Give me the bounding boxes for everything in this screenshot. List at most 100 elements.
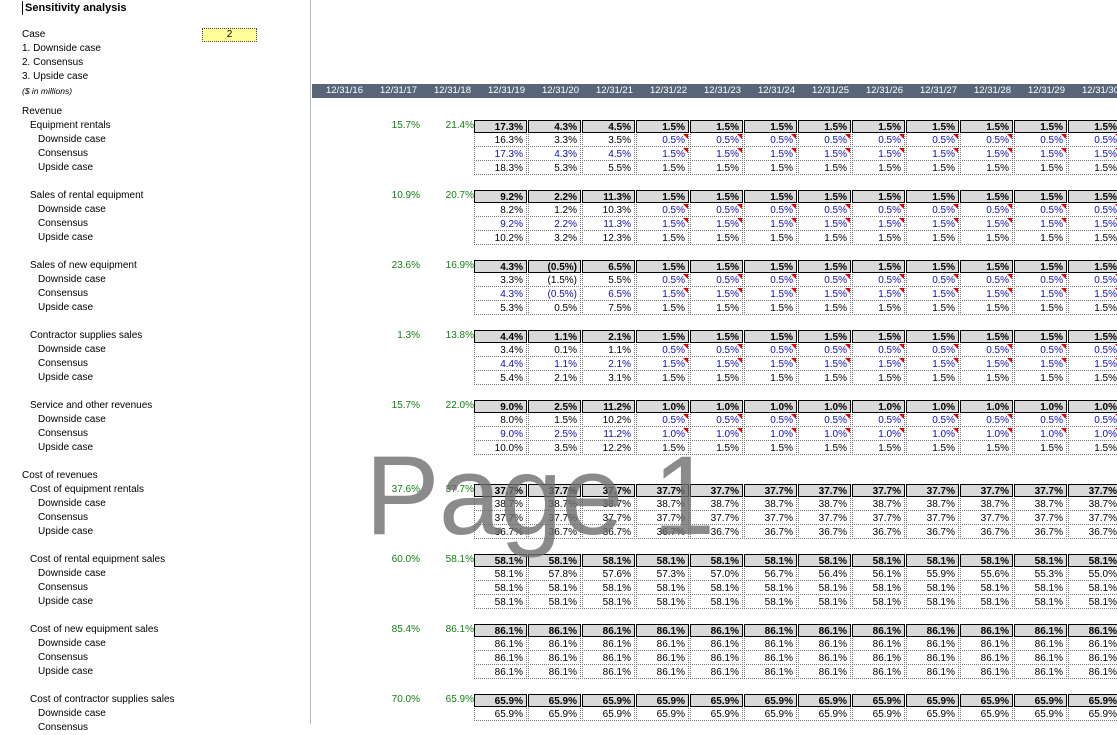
scenario-input-cell[interactable]: 1.5% [1068,442,1117,455]
scenario-input-cell[interactable]: 1.5% [906,232,959,245]
scenario-input-cell[interactable]: 1.0% [636,428,689,441]
scenario-input-cell[interactable]: 1.0% [960,428,1013,441]
scenario-input-cell[interactable]: 86.1% [528,666,581,679]
scenario-input-cell[interactable]: 1.5% [636,232,689,245]
selected-case-cell[interactable]: 37.7% [1014,484,1067,497]
scenario-input-cell[interactable]: 58.1% [1014,596,1067,609]
scenario-input-cell[interactable]: 1.5% [690,148,743,161]
selected-case-cell[interactable]: 1.5% [960,120,1013,133]
comment-indicator-icon[interactable] [683,358,688,363]
comment-indicator-icon[interactable] [1061,134,1066,139]
selected-case-cell[interactable]: 37.7% [1068,484,1117,497]
scenario-input-cell[interactable]: 1.5% [798,302,851,315]
selected-case-cell[interactable]: 1.5% [1068,330,1117,343]
scenario-input-cell[interactable]: 58.1% [474,582,527,595]
scenario-input-cell[interactable]: 58.1% [744,582,797,595]
selected-case-cell[interactable]: 1.5% [960,190,1013,203]
scenario-input-cell[interactable]: 0.5% [960,204,1013,217]
scenario-input-cell[interactable]: 37.7% [960,512,1013,525]
scenario-input-cell[interactable]: 1.5% [690,288,743,301]
comment-indicator-icon[interactable] [1061,148,1066,153]
scenario-input-cell[interactable]: 0.5% [1068,274,1117,287]
comment-indicator-icon[interactable] [845,204,850,209]
scenario-input-cell[interactable]: 3.2% [528,232,581,245]
comment-indicator-icon[interactable] [737,288,742,293]
scenario-input-cell[interactable]: 56.7% [744,568,797,581]
comment-indicator-icon[interactable] [737,204,742,209]
selected-case-cell[interactable]: 17.3% [474,120,527,133]
selected-case-cell[interactable]: 86.1% [1014,624,1067,637]
selected-case-cell[interactable]: 58.1% [636,554,689,567]
scenario-input-cell[interactable]: 0.5% [852,414,905,427]
scenario-input-cell[interactable]: 1.5% [744,442,797,455]
scenario-input-cell[interactable]: 1.5% [744,372,797,385]
scenario-input-cell[interactable]: 2.1% [582,358,635,371]
scenario-input-cell[interactable]: 0.5% [906,204,959,217]
scenario-input-cell[interactable]: 1.1% [582,344,635,357]
selected-case-cell[interactable]: 1.5% [744,120,797,133]
selected-case-cell[interactable]: 1.5% [1068,120,1117,133]
scenario-input-cell[interactable]: 86.1% [960,638,1013,651]
scenario-input-cell[interactable]: 0.5% [690,344,743,357]
scenario-input-cell[interactable]: 1.5% [690,358,743,371]
scenario-input-cell[interactable]: 0.5% [636,274,689,287]
scenario-input-cell[interactable]: 11.2% [582,428,635,441]
comment-indicator-icon[interactable] [899,218,904,223]
scenario-input-cell[interactable]: 1.5% [906,148,959,161]
scenario-input-cell[interactable]: 1.5% [744,232,797,245]
scenario-input-cell[interactable]: 0.5% [636,134,689,147]
scenario-input-cell[interactable]: 1.5% [1014,442,1067,455]
scenario-input-cell[interactable]: 86.1% [906,666,959,679]
scenario-input-cell[interactable]: 9.0% [474,428,527,441]
scenario-input-cell[interactable]: 1.5% [1068,148,1117,161]
comment-indicator-icon[interactable] [953,218,958,223]
selected-case-cell[interactable]: 37.7% [690,484,743,497]
scenario-input-cell[interactable]: 58.1% [798,582,851,595]
scenario-input-cell[interactable]: 1.5% [798,288,851,301]
scenario-input-cell[interactable]: 0.5% [798,274,851,287]
selected-case-cell[interactable]: 65.9% [474,694,527,707]
scenario-input-cell[interactable]: 1.0% [1014,428,1067,441]
selected-case-cell[interactable]: 65.9% [636,694,689,707]
scenario-input-cell[interactable]: 5.5% [582,274,635,287]
comment-indicator-icon[interactable] [791,288,796,293]
scenario-input-cell[interactable]: 1.5% [690,162,743,175]
comment-indicator-icon[interactable] [845,428,850,433]
scenario-input-cell[interactable]: 0.5% [852,204,905,217]
scenario-input-cell[interactable]: 1.5% [636,218,689,231]
comment-indicator-icon[interactable] [899,134,904,139]
selected-case-cell[interactable]: 9.0% [474,400,527,413]
comment-indicator-icon[interactable] [791,148,796,153]
scenario-input-cell[interactable]: 65.9% [798,708,851,721]
selected-case-cell[interactable]: 1.5% [1014,190,1067,203]
scenario-input-cell[interactable]: 65.9% [744,708,797,721]
scenario-input-cell[interactable]: 36.7% [906,526,959,539]
scenario-input-cell[interactable]: 0.5% [906,414,959,427]
scenario-input-cell[interactable]: 4.3% [528,148,581,161]
comment-indicator-icon[interactable] [1007,134,1012,139]
scenario-input-cell[interactable]: 86.1% [960,666,1013,679]
scenario-input-cell[interactable]: 65.9% [690,708,743,721]
scenario-input-cell[interactable]: 0.5% [960,134,1013,147]
selected-case-cell[interactable]: 86.1% [906,624,959,637]
scenario-input-cell[interactable]: 86.1% [1068,666,1117,679]
scenario-input-cell[interactable]: 0.5% [636,414,689,427]
scenario-input-cell[interactable]: 37.7% [798,512,851,525]
scenario-input-cell[interactable]: 86.1% [906,638,959,651]
comment-indicator-icon[interactable] [845,218,850,223]
scenario-input-cell[interactable]: 1.5% [960,218,1013,231]
scenario-input-cell[interactable]: 0.5% [1014,274,1067,287]
scenario-input-cell[interactable]: 86.1% [528,652,581,665]
scenario-input-cell[interactable]: 12.3% [582,232,635,245]
scenario-input-cell[interactable]: 86.1% [852,666,905,679]
scenario-input-cell[interactable]: 1.5% [636,302,689,315]
scenario-input-cell[interactable]: 4.4% [474,358,527,371]
comment-indicator-icon[interactable] [899,288,904,293]
selected-case-cell[interactable]: 1.5% [852,330,905,343]
scenario-input-cell[interactable]: 36.7% [1068,526,1117,539]
case-selector-cell[interactable]: 2 [202,28,257,42]
scenario-input-cell[interactable]: 2.5% [528,428,581,441]
scenario-input-cell[interactable]: 65.9% [636,708,689,721]
scenario-input-cell[interactable]: 1.5% [798,372,851,385]
selected-case-cell[interactable]: 65.9% [690,694,743,707]
